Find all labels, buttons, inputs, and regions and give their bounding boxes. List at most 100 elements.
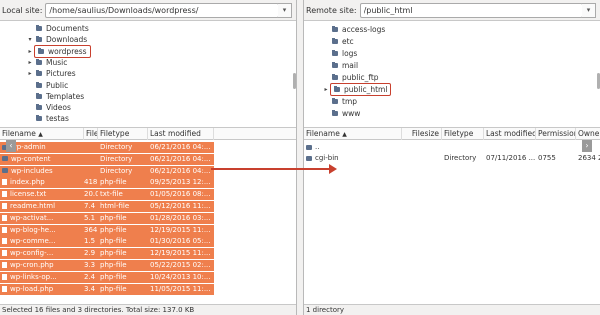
table-row[interactable]: index.php 418 Bphp-file 09/25/2013 12:... — [0, 177, 214, 189]
tree-item[interactable]: Documents — [26, 23, 89, 34]
local-list-header: Filename ▲ Filesize Filetype Last modifi… — [0, 128, 296, 140]
scroll-left-button[interactable]: ‹ — [6, 140, 16, 152]
file-modified: 12/19/2015 11:... — [150, 249, 211, 258]
file-icon — [2, 262, 7, 268]
sort-ascending-icon: ▲ — [38, 131, 43, 138]
tree-item-label: public_ftp — [342, 73, 379, 82]
tree-item-label: mail — [342, 61, 359, 70]
file-type: php-file — [100, 261, 127, 269]
tree-item-label: Public — [46, 80, 69, 90]
column-filename[interactable]: Filename ▲ — [304, 128, 402, 140]
file-size: 2.9 KB — [84, 249, 98, 258]
tree-item-label: Music — [46, 57, 68, 67]
local-file-list[interactable]: Filename ▲ Filesize Filetype Last modifi… — [0, 128, 296, 304]
tree-item[interactable]: ▾ Downloads — [26, 34, 87, 45]
expander-icon[interactable]: ▸ — [26, 59, 34, 66]
tree-item[interactable]: www — [322, 108, 360, 119]
table-row[interactable]: wp-includes Directory 06/21/2016 04:... — [0, 165, 214, 177]
tree-item[interactable]: Public — [26, 80, 68, 91]
file-icon — [2, 191, 7, 198]
file-type: php-file — [100, 225, 127, 234]
folder-icon — [2, 156, 8, 162]
table-row[interactable]: cgi-bin Directory 07/11/2016 ...0755 2634 2… — [304, 153, 600, 164]
table-row[interactable]: wp-comme... 1.5 KBphp-file 01/30/2016 05:.… — [0, 236, 214, 248]
column-filesize[interactable]: Filesize — [402, 128, 442, 140]
file-name: wp-content — [11, 154, 51, 163]
chevron-down-icon[interactable]: ▾ — [278, 2, 292, 18]
column-owner[interactable]: Owner — [576, 128, 600, 140]
file-modified: 06/21/2016 04:... — [150, 143, 211, 151]
table-row[interactable]: readme.html 7.4 KBhtml-file 05/12/2016 11:… — [0, 201, 214, 212]
tree-item[interactable]: ▸ Pictures — [26, 68, 75, 79]
expander-icon[interactable]: ▸ — [322, 86, 330, 93]
tree-item[interactable]: testas — [26, 113, 69, 124]
folder-icon — [332, 110, 338, 116]
folder-icon — [38, 47, 44, 54]
file-icon — [2, 203, 7, 209]
table-row[interactable]: wp-admin Directory 06/21/2016 04:... — [0, 142, 214, 153]
expander-icon[interactable]: ▸ — [26, 70, 34, 77]
chevron-down-icon[interactable]: ▾ — [582, 2, 596, 18]
expander-icon[interactable]: ▸ — [26, 48, 34, 55]
local-site-input[interactable] — [45, 2, 279, 18]
table-row[interactable]: wp-links-op... 2.4 KBphp-file 10/24/2013 1… — [0, 271, 214, 283]
file-type: Directory — [100, 154, 133, 163]
expander-icon[interactable]: ▾ — [26, 36, 34, 43]
remote-pane: Remote site: ▾ access-logs etc logs mail pub… — [303, 0, 600, 315]
local-pane: Local site: ▾ Documents ▾ Downloads ▸ wordpr… — [0, 0, 297, 315]
tree-item[interactable]: Templates — [26, 91, 84, 102]
table-row[interactable]: wp-config-... 2.9 KBphp-file 12/19/2015 11… — [0, 248, 214, 260]
file-type: php-file — [100, 213, 127, 222]
column-filesize[interactable]: Filesize — [84, 128, 98, 140]
tree-item[interactable]: ▸ Music — [26, 57, 67, 68]
tree-item-label: Downloads — [46, 35, 88, 45]
file-modified: 06/21/2016 04:... — [150, 154, 211, 163]
file-name-cell: wp-links-op... — [0, 272, 84, 283]
table-row[interactable]: wp-load.php 3.4 KBphp-file 11/05/2015 11:.… — [0, 283, 214, 295]
table-row[interactable]: wp-content Directory 06/21/2016 04:... — [0, 153, 214, 165]
tree-item[interactable]: ▸ wordpress — [26, 44, 91, 58]
tree-item[interactable]: tmp — [322, 96, 357, 107]
file-name-cell: wp-comme... — [0, 236, 84, 247]
transfer-arrow — [211, 164, 337, 174]
table-row[interactable]: wp-activat... 5.1 KBphp-file 01/28/2016 03… — [0, 212, 214, 224]
tree-item[interactable]: Videos — [26, 102, 71, 113]
column-last-modified[interactable]: Last modified — [148, 128, 214, 140]
file-name-cell: wp-config-... — [0, 248, 84, 259]
table-row[interactable]: .. — [304, 142, 600, 153]
tree-item-label: logs — [342, 49, 358, 58]
file-size: 5.1 KB — [84, 213, 98, 222]
tree-item[interactable]: etc — [322, 36, 354, 47]
local-directory-tree[interactable]: Documents ▾ Downloads ▸ wordpress ▸ Music ▸ Pict… — [0, 20, 296, 128]
tree-scrollbar[interactable] — [293, 73, 296, 89]
tree-item-label: tmp — [342, 97, 358, 106]
file-type: php-file — [100, 272, 127, 281]
highlighted-folder[interactable]: wordpress — [34, 44, 91, 58]
column-last-modified[interactable]: Last modified — [484, 128, 536, 140]
remote-file-list[interactable]: Filename ▲ Filesize Filetype Last modifi… — [304, 128, 600, 304]
file-name: wp-load.php — [10, 284, 54, 293]
table-row[interactable]: wp-cron.php 3.3 KBphp-file 05/22/2015 02:.… — [0, 260, 214, 271]
column-permission[interactable]: Permission — [536, 128, 576, 140]
file-name-cell: license.txt — [0, 189, 84, 200]
folder-icon — [2, 168, 8, 174]
table-row[interactable]: license.txt 20.0 KBtxt-file 01/05/2016 08:… — [0, 189, 214, 201]
file-name-cell: wp-blog-he... — [0, 225, 84, 236]
table-row[interactable]: wp-blog-he... 364 Bphp-file 12/19/2015 11:… — [0, 224, 214, 236]
tree-item[interactable]: access-logs — [322, 24, 385, 35]
file-modified: 09/25/2013 12:... — [150, 178, 211, 187]
remote-directory-tree[interactable]: access-logs etc logs mail public_ftp ▸ public_… — [304, 20, 600, 128]
column-filetype[interactable]: Filetype — [442, 128, 484, 140]
column-filename[interactable]: Filename ▲ — [0, 128, 84, 140]
highlighted-folder[interactable]: public_html — [330, 83, 392, 96]
tree-item[interactable]: ▸ public_html — [322, 83, 392, 96]
sort-ascending-icon: ▲ — [342, 131, 347, 138]
remote-site-input[interactable] — [359, 2, 583, 18]
file-owner: 2634 2€ — [578, 154, 600, 162]
scroll-right-button[interactable]: › — [582, 140, 592, 152]
column-filetype[interactable]: Filetype — [98, 128, 148, 140]
tree-item[interactable]: public_ftp — [322, 72, 379, 83]
tree-item[interactable]: mail — [322, 60, 358, 71]
file-size: 364 B — [84, 225, 98, 234]
tree-item[interactable]: logs — [322, 48, 357, 59]
